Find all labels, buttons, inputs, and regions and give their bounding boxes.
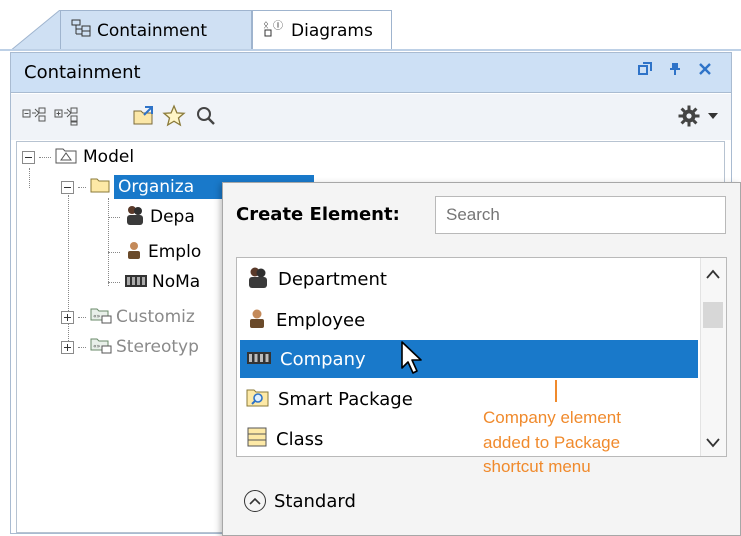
model-icon: [55, 146, 77, 169]
mouse-cursor-icon: [400, 340, 426, 381]
profile-package-icon: «»: [90, 306, 112, 329]
list-item-label: Smart Package: [278, 388, 413, 410]
folder-icon: [90, 177, 110, 198]
collapse-toggle-icon[interactable]: [61, 180, 74, 194]
tree-dots: [78, 316, 86, 318]
tree-item-nomagic[interactable]: NoMa: [108, 267, 200, 297]
scrollbar-thumb[interactable]: [703, 302, 723, 328]
collapse-toggle-icon[interactable]: [22, 150, 35, 164]
tree-item-label: Stereotyp: [116, 337, 199, 357]
gear-icon[interactable]: [675, 102, 703, 130]
search-input[interactable]: [435, 196, 726, 234]
panel-title-icons: [638, 62, 712, 80]
tree-item-label: Model: [83, 147, 135, 167]
svg-text:ᛟ: ᛟ: [263, 20, 269, 31]
tree-item-label: Emplo: [148, 242, 202, 262]
favorites-star-icon[interactable]: [160, 102, 188, 130]
annotation-pointer-line: [555, 380, 557, 402]
tab-containment-label: Containment: [97, 20, 208, 41]
tab-containment[interactable]: Containment: [60, 10, 252, 50]
annotation-line-1: Company element: [483, 408, 621, 427]
expand-all-icon[interactable]: [52, 102, 80, 130]
company-icon: [124, 272, 148, 293]
list-item-employee[interactable]: Employee: [240, 301, 698, 339]
profile-package-icon: «»: [90, 336, 112, 359]
tree-item-label: Depa: [150, 207, 195, 227]
department-icon: [246, 265, 270, 294]
svg-text:Ⓘ: Ⓘ: [273, 20, 283, 32]
list-scrollbar[interactable]: [700, 258, 726, 456]
list-item-department[interactable]: Department: [240, 260, 698, 298]
pin-icon[interactable]: [668, 62, 682, 80]
tree-item-department[interactable]: Depa: [108, 202, 195, 232]
company-icon: [246, 349, 272, 370]
tab-diagrams-label: Diagrams: [291, 20, 373, 41]
tab-strip-underline: [0, 49, 741, 51]
panel-title: Containment: [24, 62, 141, 83]
list-item-label: Employee: [276, 309, 366, 331]
diagrams-icon: ᛟ Ⓘ: [263, 18, 285, 43]
annotation-line-3: shortcut menu: [483, 457, 591, 477]
employee-icon: [124, 240, 144, 265]
department-icon: [124, 204, 146, 231]
open-package-icon[interactable]: [130, 102, 158, 130]
standard-label: Standard: [274, 490, 356, 512]
restore-icon[interactable]: [638, 62, 652, 80]
collapse-all-icon[interactable]: [20, 102, 48, 130]
tree-item-customization[interactable]: «» Customiz: [61, 302, 195, 332]
tree-dots: [78, 346, 86, 348]
tree-item-employee[interactable]: Emplo: [108, 237, 201, 267]
svg-text:«»: «»: [93, 313, 101, 320]
expand-toggle-icon[interactable]: [61, 310, 74, 324]
annotation-line-2: added to Package: [483, 432, 621, 452]
create-element-label: Create Element:: [236, 204, 400, 225]
tree-dots: [108, 251, 120, 253]
tree-dots: [108, 281, 120, 283]
standard-toggle[interactable]: Standard: [244, 490, 356, 512]
search-icon[interactable]: [192, 102, 220, 130]
panel-toolbar: [11, 94, 731, 140]
scroll-up-icon[interactable]: [706, 264, 720, 284]
svg-text:«»: «»: [93, 343, 101, 350]
tree-item-label: NoMa: [152, 272, 201, 292]
tree-dots: [108, 216, 120, 218]
employee-icon: [246, 307, 268, 334]
tree-item-stereotypes[interactable]: «» Stereotyp: [61, 332, 199, 362]
scroll-down-icon[interactable]: [706, 433, 720, 453]
tree-dots: [78, 186, 86, 188]
tree-dots: [39, 156, 51, 158]
list-item-company[interactable]: Company: [240, 340, 698, 378]
chevron-up-circle-icon: [244, 490, 266, 512]
dropdown-arrow-icon[interactable]: [703, 102, 723, 130]
tree-item-label: Customiz: [116, 307, 195, 327]
containment-tree-icon: [71, 19, 91, 42]
list-item-label: Company: [280, 348, 366, 370]
tree-item-model[interactable]: Model: [22, 142, 134, 172]
list-item-label: Department: [278, 268, 387, 290]
list-item-label: Class: [276, 428, 324, 450]
annotation-callout: Company element added to Package shortcu…: [483, 406, 663, 480]
smart-package-icon: [246, 386, 270, 413]
expand-toggle-icon[interactable]: [61, 340, 74, 354]
close-icon[interactable]: [698, 62, 712, 80]
class-icon: [246, 426, 268, 453]
tab-diagrams[interactable]: ᛟ Ⓘ Diagrams: [252, 10, 392, 50]
